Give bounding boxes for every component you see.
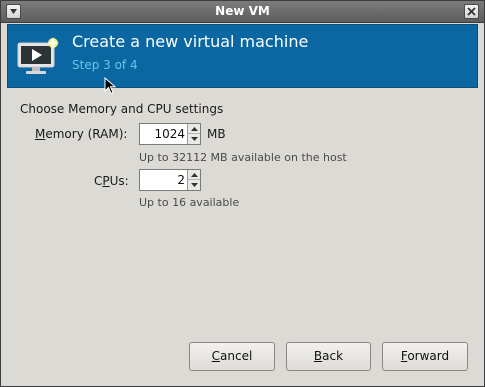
wizard-step-indicator: Step 3 of 4 bbox=[72, 58, 138, 72]
memory-decrement-button[interactable] bbox=[188, 134, 200, 144]
new-vm-window: New VM Create a new virtual machine Step… bbox=[0, 0, 485, 387]
cancel-button[interactable]: Cancel bbox=[189, 342, 275, 371]
arrow-up-icon bbox=[191, 173, 198, 177]
cancel-mnemonic: C bbox=[211, 349, 221, 363]
memory-unit: MB bbox=[207, 127, 226, 141]
window-close-button[interactable] bbox=[464, 4, 479, 19]
arrow-down-icon bbox=[191, 183, 198, 187]
cpus-hint: Up to 16 available bbox=[139, 196, 240, 209]
memory-increment-button[interactable] bbox=[188, 124, 200, 134]
memory-spinner[interactable] bbox=[139, 123, 201, 145]
back-mnemonic: B bbox=[313, 349, 323, 363]
mouse-pointer-icon bbox=[104, 77, 116, 95]
cpus-label: CPUs: bbox=[94, 174, 129, 188]
section-title: Choose Memory and CPU settings bbox=[20, 102, 224, 116]
memory-label-mnemonic: M bbox=[35, 127, 46, 141]
wizard-heading: Create a new virtual machine bbox=[72, 32, 309, 51]
arrow-up-icon bbox=[191, 127, 198, 131]
cpus-spinner[interactable] bbox=[139, 169, 201, 191]
wizard-banner: Create a new virtual machine Step 3 of 4 bbox=[7, 24, 478, 88]
window-title: New VM bbox=[215, 4, 270, 18]
cpus-label-post: Us: bbox=[109, 174, 129, 188]
close-icon bbox=[467, 7, 476, 16]
cancel-label: ancel bbox=[220, 349, 253, 363]
memory-label-text: emory (RAM): bbox=[45, 127, 128, 141]
back-label: ack bbox=[322, 349, 344, 363]
cpus-increment-button[interactable] bbox=[188, 170, 200, 180]
title-bar[interactable]: New VM bbox=[1, 1, 484, 23]
cpus-input[interactable] bbox=[140, 170, 188, 190]
back-button[interactable]: Back bbox=[286, 342, 371, 371]
cpus-spin-arrows bbox=[187, 170, 200, 190]
memory-spin-arrows bbox=[187, 124, 200, 144]
forward-button[interactable]: Forward bbox=[382, 342, 468, 371]
forward-label: orward bbox=[407, 349, 450, 363]
cpus-decrement-button[interactable] bbox=[188, 180, 200, 190]
memory-label: Memory (RAM): bbox=[35, 127, 127, 141]
memory-hint: Up to 32112 MB available on the host bbox=[139, 151, 347, 164]
vm-monitor-icon bbox=[17, 37, 59, 74]
arrow-down-icon bbox=[191, 137, 198, 141]
cpus-label-mnemonic: P bbox=[102, 174, 110, 188]
memory-input[interactable] bbox=[140, 124, 188, 144]
